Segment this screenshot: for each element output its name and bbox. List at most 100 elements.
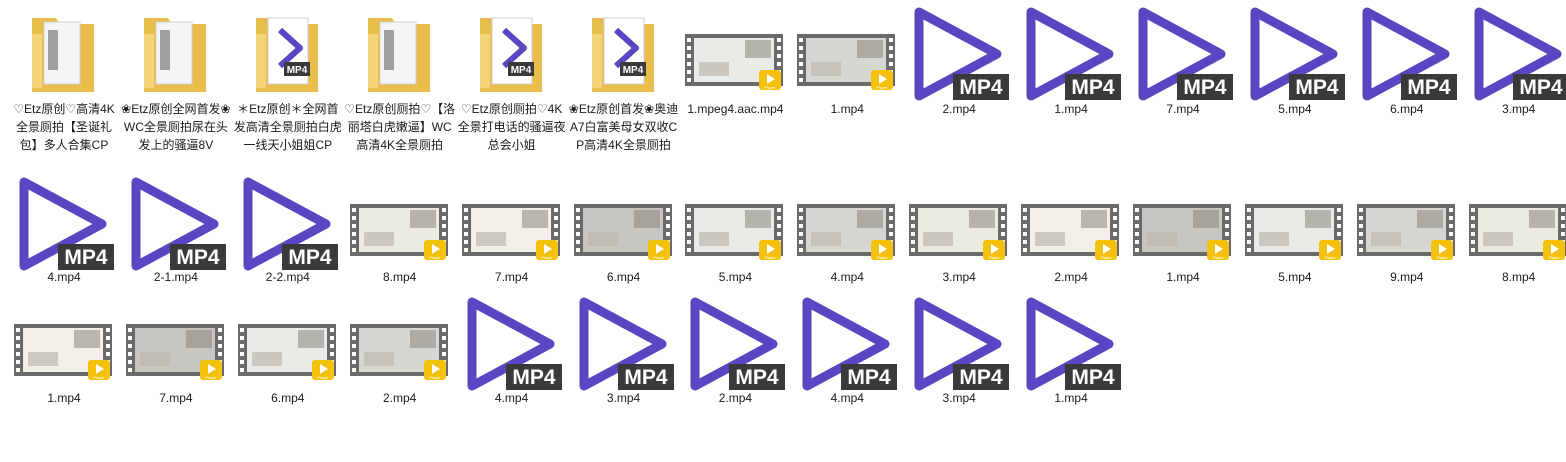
video-thumbnail-icon: Player — [237, 324, 336, 380]
file-name: 1.mp4 — [830, 102, 864, 116]
file-name: 5.mp4 — [1278, 102, 1312, 116]
svg-text:MP4: MP4 — [736, 366, 780, 389]
file-name: 4.mp4 — [47, 270, 81, 284]
svg-text:MP4: MP4 — [287, 65, 308, 76]
video-thumbnail-icon: Player — [573, 204, 672, 260]
file-item[interactable]: MP4 1.mp4 — [1015, 292, 1127, 462]
file-item[interactable]: Player 8.mp4 — [1463, 172, 1566, 342]
file-item[interactable]: MP4 3.mp4 — [568, 292, 680, 462]
svg-text:Player: Player — [653, 255, 665, 260]
svg-text:MP4: MP4 — [1407, 76, 1451, 99]
file-thumbnail: MP4 — [574, 4, 674, 104]
file-item[interactable]: Player 2.mp4 — [344, 292, 456, 462]
file-item[interactable]: Player 1.mpeg4.aac.mp4 — [679, 2, 791, 172]
folder-icon — [32, 18, 94, 92]
file-item[interactable]: ❀Etz原创全网首发❀WC全景厕拍尿在头发上的骚逼8V — [120, 2, 232, 172]
svg-text:Player: Player — [1212, 255, 1224, 260]
file-name: 2-1.mp4 — [153, 270, 198, 284]
file-name: 6.mp4 — [1390, 102, 1424, 116]
file-item[interactable]: MP4 7.mp4 — [1127, 2, 1239, 172]
file-item[interactable]: Player 1.mp4 — [1127, 172, 1239, 342]
svg-text:MP4: MP4 — [960, 366, 1004, 389]
file-name: ＊Etz原创＊全网首发高清全景厕拍白虎一线天小姐姐CP — [233, 102, 342, 152]
file-grid: ♡Etz原创♡高清4K全景厕拍【圣诞礼包】多人合集CP ❀Etz原创全网首发❀W… — [0, 0, 1566, 462]
file-thumbnail: Player — [909, 174, 1009, 274]
file-thumbnail: Player — [1244, 174, 1345, 274]
file-item[interactable]: ♡Etz原创厕拍♡【洛丽塔白虎嫩逼】WC高清4K全景厕拍 — [344, 2, 456, 172]
mp4-icon: MP4 — [1474, 7, 1566, 101]
file-item[interactable]: MP4 5.mp4 — [1239, 2, 1351, 172]
file-thumbnail: Player — [349, 294, 450, 394]
file-item[interactable]: MP4 ＊Etz原创＊全网首发高清全景厕拍白虎一线天小姐姐CP — [232, 2, 344, 172]
file-name: 5.mp4 — [1278, 270, 1312, 284]
file-name: 1.mp4 — [1054, 391, 1088, 405]
file-item[interactable]: MP4 ❀Etz原创首发❀奥迪A7白富美母女双收CP高清4K全景厕拍 — [568, 2, 680, 172]
svg-text:MP4: MP4 — [960, 76, 1004, 99]
video-thumbnail-icon: Player — [685, 204, 784, 260]
file-name: 2-2.mp4 — [265, 270, 310, 284]
file-item[interactable]: Player 9.mp4 — [1351, 172, 1463, 342]
file-thumbnail: Player — [797, 174, 897, 274]
file-item[interactable]: Player 1.mp4 — [8, 292, 120, 462]
folder-icon: MP4 — [591, 17, 654, 92]
file-name: 7.mp4 — [159, 391, 193, 405]
file-item[interactable]: MP4 6.mp4 — [1351, 2, 1463, 172]
file-item[interactable]: MP4 ♡Etz原创厕拍♡4K全景打电话的骚逼夜总会小姐 — [456, 2, 568, 172]
mp4-icon: MP4 — [1026, 297, 1122, 391]
video-thumbnail-icon: Player — [1021, 204, 1120, 260]
file-item[interactable]: MP4 2.mp4 — [679, 292, 791, 462]
file-name: 4.mp4 — [830, 391, 864, 405]
file-item[interactable]: MP4 1.mp4 — [1015, 2, 1127, 172]
file-thumbnail: Player — [461, 174, 562, 274]
file-name: 1.mp4 — [1054, 102, 1088, 116]
file-item[interactable]: MP4 4.mp4 — [791, 292, 903, 462]
file-item[interactable]: MP4 3.mp4 — [1463, 2, 1566, 172]
file-name: 5.mp4 — [718, 270, 753, 284]
svg-text:MP4: MP4 — [176, 246, 220, 269]
svg-text:Player: Player — [877, 85, 889, 90]
mp4-icon: MP4 — [579, 297, 674, 391]
svg-text:MP4: MP4 — [624, 366, 668, 389]
file-item[interactable]: Player 5.mp4 — [1239, 172, 1351, 342]
svg-text:MP4: MP4 — [1183, 76, 1227, 99]
svg-text:Player: Player — [1324, 255, 1336, 260]
file-thumbnail — [14, 4, 114, 104]
file-name: 3.mp4 — [942, 270, 976, 284]
file-name: 3.mp4 — [1502, 102, 1536, 116]
file-thumbnail: MP4 — [238, 174, 338, 274]
svg-text:Player: Player — [765, 85, 777, 90]
file-thumbnail: MP4 — [1021, 4, 1122, 104]
file-item[interactable]: Player 6.mp4 — [232, 292, 344, 462]
file-thumbnail: MP4 — [574, 294, 674, 394]
video-thumbnail-icon: Player — [685, 34, 784, 90]
svg-text:MP4: MP4 — [510, 65, 531, 76]
mp4-icon: MP4 — [131, 177, 226, 271]
file-name: 2.mp4 — [718, 391, 753, 405]
file-thumbnail: Player — [237, 294, 338, 394]
svg-text:Player: Player — [429, 375, 441, 380]
file-thumbnail: MP4 — [1245, 4, 1345, 104]
video-thumbnail-icon: Player — [1244, 204, 1343, 260]
svg-text:MP4: MP4 — [848, 366, 892, 389]
file-item[interactable]: MP4 2.mp4 — [903, 2, 1015, 172]
file-item[interactable]: Player 1.mp4 — [791, 2, 903, 172]
mp4-icon: MP4 — [914, 297, 1010, 391]
file-thumbnail: MP4 — [462, 4, 562, 104]
file-item[interactable]: ♡Etz原创♡高清4K全景厕拍【圣诞礼包】多人合集CP — [8, 2, 120, 172]
video-thumbnail-icon: Player — [1133, 204, 1231, 260]
file-thumbnail: MP4 — [685, 294, 786, 394]
file-name: ♡Etz原创♡高清4K全景厕拍【圣诞礼包】多人合集CP — [13, 102, 115, 152]
file-item[interactable]: MP4 4.mp4 — [456, 292, 568, 462]
video-thumbnail-icon: Player — [909, 204, 1008, 260]
file-name: 8.mp4 — [1502, 270, 1536, 284]
file-thumbnail: MP4 — [1357, 4, 1457, 104]
file-thumbnail — [126, 4, 226, 104]
svg-text:Player: Player — [765, 255, 777, 260]
file-item[interactable]: Player 7.mp4 — [120, 292, 232, 462]
folder-icon — [367, 18, 430, 92]
mp4-icon: MP4 — [1026, 7, 1122, 101]
file-item[interactable]: MP4 3.mp4 — [903, 292, 1015, 462]
mp4-icon: MP4 — [914, 7, 1010, 101]
file-thumbnail: MP4 — [909, 294, 1010, 394]
file-name: ♡Etz原创厕拍♡【洛丽塔白虎嫩逼】WC高清4K全景厕拍 — [344, 102, 456, 152]
